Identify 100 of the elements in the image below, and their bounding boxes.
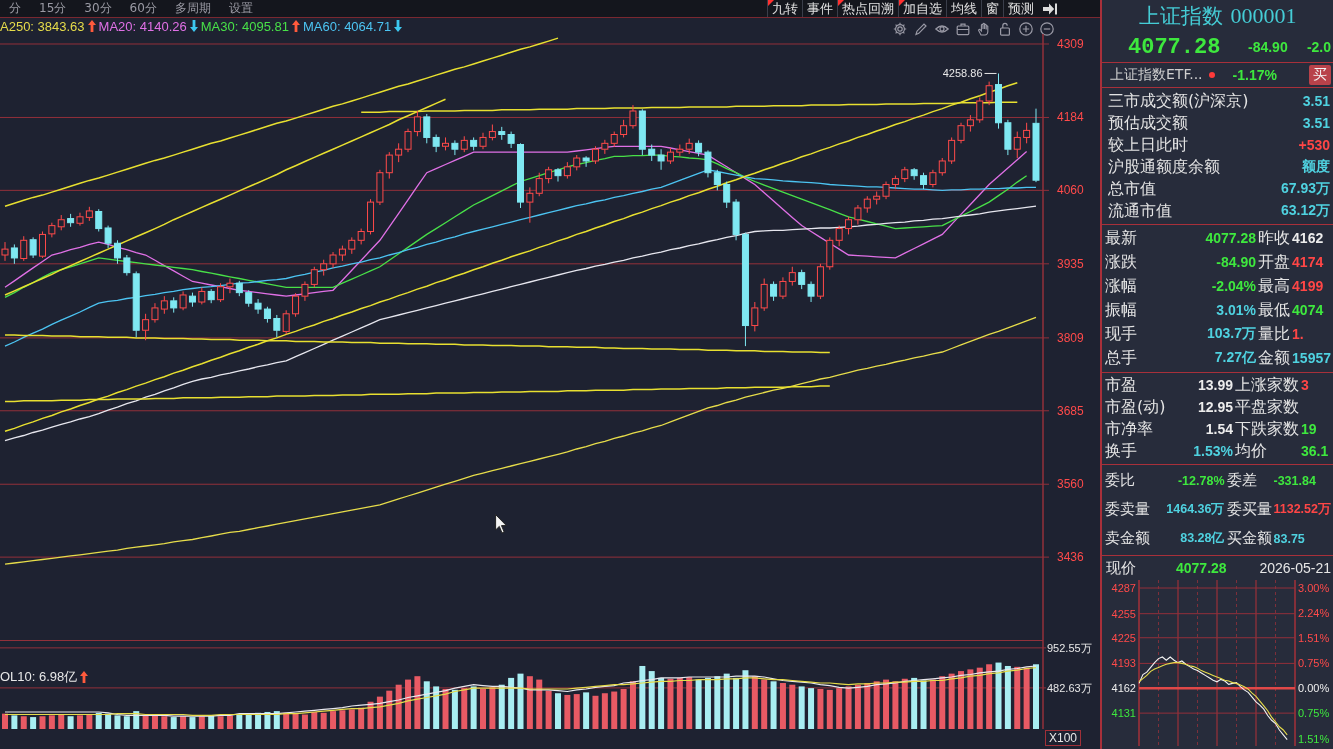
peak-price-label: 4258.86 (942, 67, 983, 80)
price-axis-label: 4193 (1111, 657, 1136, 670)
volume-bar (2, 713, 8, 729)
field-value: 36.1 (1301, 443, 1330, 459)
volume-bar (601, 693, 608, 729)
price-axis-label: 4060 (1057, 183, 1084, 198)
toolbar-tab[interactable]: 加自选 (898, 0, 946, 17)
volume-bar (264, 711, 271, 729)
minus-circle-icon[interactable] (1040, 22, 1054, 36)
lock-icon[interactable] (998, 22, 1012, 36)
toolbar-tab[interactable]: 窗 (981, 0, 1003, 17)
period-tab[interactable]: 60分 (120, 0, 166, 17)
field-value: 13.99 (1196, 377, 1233, 393)
volume-bar (236, 714, 243, 729)
last-price: 4077.28 (1128, 34, 1222, 60)
toolbar-tab[interactable]: 均线 (946, 0, 981, 17)
field-label: 最高 (1258, 275, 1291, 297)
period-tab[interactable]: 多周期 (165, 0, 220, 17)
field-value: 12.95 (1196, 399, 1233, 415)
field-value: 83.28亿 (1179, 530, 1225, 547)
volume-bar (498, 684, 505, 729)
arrow-to-bar-icon[interactable] (1042, 1, 1058, 16)
volume-bar (77, 715, 83, 729)
period-tab[interactable]: 分 (0, 0, 30, 17)
volume-bar (573, 694, 580, 729)
volume-bar (836, 688, 843, 729)
field-label: 振幅 (1105, 299, 1137, 321)
stat-label: 流通市值 (1108, 200, 1172, 222)
price-axis-label: 4131 (1111, 707, 1136, 720)
toolbar-tab[interactable]: 预测 (1003, 0, 1038, 17)
volume-bar (273, 711, 280, 729)
volume-bar (39, 716, 46, 729)
volume-bar (648, 671, 655, 729)
volume-bar (292, 713, 299, 729)
field-label: 开盘 (1258, 251, 1291, 273)
stat-value: 额度 (1302, 158, 1330, 176)
hand-icon[interactable] (977, 22, 991, 36)
volume-bar (583, 692, 590, 729)
volume-bar (929, 679, 936, 729)
volume-bar (686, 677, 693, 729)
leader-line (984, 72, 997, 74)
volume-bar (854, 684, 861, 729)
volume-bar (995, 662, 1002, 729)
price-label: 现价 (1106, 558, 1137, 578)
settings-icon[interactable] (893, 22, 907, 36)
etf-name[interactable]: 上证指数ETF... (1110, 66, 1203, 84)
briefcase-icon[interactable] (956, 22, 970, 36)
toolbar-tab[interactable]: 事件 (802, 0, 837, 17)
field-label: 委比 (1105, 471, 1136, 490)
index-code: 000001 (1230, 3, 1297, 29)
eye-icon[interactable] (935, 22, 949, 36)
volume-bar (433, 686, 440, 729)
volume-bar (405, 679, 412, 729)
volume-bar (742, 670, 749, 729)
volume-bar (808, 688, 815, 729)
plus-circle-icon[interactable] (1019, 22, 1033, 36)
volume-bar (208, 715, 215, 729)
toolbar-tab[interactable]: 热点回溯 (837, 0, 898, 17)
percent-axis-label: 0.00% (1298, 682, 1330, 695)
volume-bar (86, 714, 93, 729)
field-value: 19 (1301, 421, 1318, 437)
stat-value: 3.51 (1302, 93, 1330, 109)
price-axis-label: 3809 (1057, 330, 1084, 345)
period-tab[interactable]: 设置 (219, 0, 262, 17)
volume-bar (461, 688, 468, 729)
toolbar-tab[interactable]: 九转 (767, 0, 802, 17)
price-axis-label: 4309 (1057, 37, 1084, 51)
field-label: 昨收 (1258, 227, 1291, 249)
stat-value: +530 (1298, 137, 1330, 153)
price-axis-label: 3436 (1057, 550, 1084, 565)
field-label: 涨跌 (1105, 251, 1137, 273)
buy-button[interactable]: 买 (1309, 65, 1331, 85)
field-value: -331.84 (1273, 473, 1317, 488)
legend-label: MA30: 4095.81 (200, 18, 289, 34)
percent-axis-label: 1.51% (1298, 732, 1330, 745)
volume-bar (386, 690, 393, 729)
volume-bar (517, 673, 524, 729)
field-label: 委差 (1226, 471, 1258, 490)
field-value: 1132.52万 (1273, 501, 1331, 518)
field-value: 4199 (1292, 278, 1325, 294)
price-axis-label: 4255 (1111, 607, 1136, 620)
volume-bar (283, 712, 290, 729)
field-value: 1. (1292, 326, 1305, 342)
volume-bar (198, 716, 205, 729)
period-tab[interactable]: 30分 (75, 0, 121, 17)
volume-bar (958, 671, 964, 729)
volume-bar (761, 679, 768, 729)
legend-label: MA60: 4064.71 (302, 18, 392, 34)
field-label: 下跌家数 (1235, 418, 1299, 440)
field-value: 7.27亿 (1213, 349, 1257, 367)
volume-bar (704, 677, 711, 729)
field-label: 买金额 (1226, 529, 1272, 548)
field-value: 1.53% (1192, 443, 1233, 459)
volume-bar (423, 681, 430, 729)
volume-bar (911, 677, 918, 729)
pen-icon[interactable] (914, 22, 928, 36)
field-value: 1464.36万 (1165, 501, 1225, 518)
percent-axis-label: 2.24% (1298, 607, 1330, 620)
price-axis-label: 4287 (1111, 582, 1136, 594)
period-tab[interactable]: 15分 (30, 0, 76, 17)
